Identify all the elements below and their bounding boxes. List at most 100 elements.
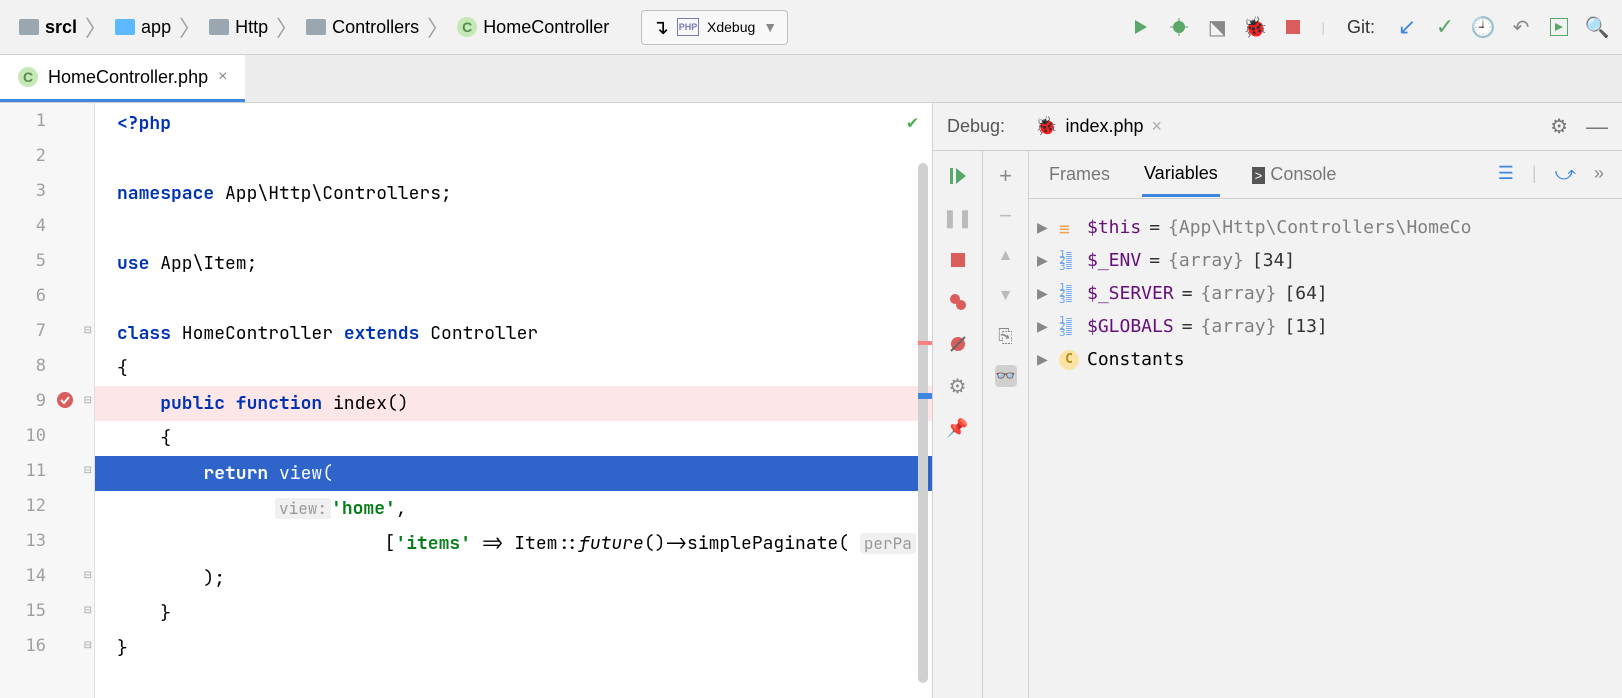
fold-icon[interactable]: ⊟ [84, 325, 92, 336]
code-line-execution[interactable]: return view( [95, 456, 932, 491]
git-history-icon[interactable]: 🕘 [1473, 17, 1493, 37]
line-number[interactable]: 3 [6, 181, 46, 201]
settings-icon[interactable]: ⚙ [947, 375, 969, 397]
debug-icon[interactable] [1169, 17, 1189, 37]
code-line[interactable]: <?php [117, 106, 932, 141]
var-this[interactable]: ▶ ≡ $this = {App\Http\Controllers\HomeCo [1037, 211, 1614, 244]
gear-icon[interactable]: ⚙ [1550, 114, 1568, 140]
class-icon: C [457, 17, 477, 37]
fold-icon[interactable]: ⊟ [84, 395, 92, 406]
git-commit-icon[interactable]: ✓ [1435, 17, 1455, 37]
var-globals[interactable]: ▶ 1≡2≡3≡ $GLOBALS = {array} [13] [1037, 310, 1614, 343]
line-number[interactable]: 4 [6, 216, 46, 236]
run-icon[interactable] [1131, 17, 1151, 37]
execution-marker[interactable] [918, 393, 932, 399]
mute-breakpoints-icon[interactable] [947, 333, 969, 355]
expand-icon[interactable]: ▶ [1037, 250, 1051, 271]
tab-frames[interactable]: Frames [1047, 154, 1112, 195]
code-line[interactable]: ); [117, 561, 932, 596]
top-toolbar: srcl 〉 app 〉 Http 〉 Controllers 〉 CHomeC… [0, 0, 1622, 55]
tab-homecontroller[interactable]: C HomeController.php × [0, 55, 245, 102]
line-number[interactable]: 16 [6, 636, 46, 656]
watch-icon[interactable]: 👓 [995, 365, 1017, 387]
fold-icon[interactable]: ⊟ [84, 465, 92, 476]
code-area[interactable]: ✔ <?php namespace App\Http\Controllers; … [95, 103, 932, 698]
tab-console[interactable]: > Console [1250, 154, 1339, 195]
minimize-icon[interactable]: — [1586, 114, 1608, 140]
view-breakpoints-icon[interactable] [947, 291, 969, 313]
git-rollback-icon[interactable]: ↶ [1511, 17, 1531, 37]
git-update-icon[interactable]: ↙ [1397, 17, 1417, 37]
resume-icon[interactable] [947, 165, 969, 187]
breadcrumb-app[interactable]: app [111, 15, 175, 40]
expand-icon[interactable]: ▶ [1037, 217, 1051, 238]
expand-icon[interactable]: ▶ [1037, 349, 1051, 370]
code-line[interactable]: ['items' => Item::future()->simplePagina… [255, 526, 932, 561]
expand-icon[interactable]: ▶ [1037, 316, 1051, 337]
close-icon[interactable]: × [1152, 116, 1163, 137]
code-line[interactable]: } [117, 596, 932, 631]
coverage-icon[interactable]: ⬔ [1207, 17, 1227, 37]
line-number[interactable]: 12 [6, 496, 46, 516]
code-line[interactable]: } [117, 631, 932, 666]
tab-variables[interactable]: Variables [1142, 153, 1220, 197]
line-number[interactable]: 7 [6, 321, 46, 341]
code-line[interactable]: view: 'home', [275, 491, 932, 526]
line-number[interactable]: 9 [6, 391, 46, 411]
pause-icon[interactable]: ❚❚ [947, 207, 969, 229]
fold-icon[interactable]: ⊟ [84, 570, 92, 581]
line-number[interactable]: 14 [6, 566, 46, 586]
expand-icon[interactable]: ▶ [1037, 283, 1051, 304]
run-anything-icon[interactable] [1549, 17, 1569, 37]
gutter[interactable]: 1 2 3 4 5 6 7 8 9 10 11 12 13 14 15 16 ⊟… [0, 103, 95, 698]
code-line[interactable]: namespace App\Http\Controllers; [117, 176, 932, 211]
line-number[interactable]: 6 [6, 286, 46, 306]
profile-icon[interactable]: 🐞 [1245, 17, 1265, 37]
line-number[interactable]: 13 [6, 531, 46, 551]
run-config-selector[interactable]: ↴ PHP Xdebug ▼ [641, 10, 788, 45]
copy-icon[interactable]: ⎘ [995, 325, 1017, 347]
remove-icon[interactable]: − [995, 205, 1017, 227]
step-over-icon[interactable]: ⤻ [1555, 163, 1576, 186]
layout-icon[interactable]: ☰ [1498, 163, 1514, 186]
stop-icon[interactable] [947, 249, 969, 271]
up-icon[interactable]: ▲ [995, 245, 1017, 267]
var-constants[interactable]: ▶ C Constants [1037, 343, 1614, 376]
breadcrumb-homecontroller[interactable]: CHomeController [453, 15, 613, 40]
pin-icon[interactable]: 📌 [947, 417, 969, 439]
scrollbar-vertical[interactable] [918, 163, 928, 683]
line-number[interactable]: 11 [6, 461, 46, 481]
debug-session-label: index.php [1065, 116, 1143, 137]
line-number[interactable]: 2 [6, 146, 46, 166]
code-line[interactable]: { [117, 351, 932, 386]
breadcrumb-http[interactable]: Http [205, 15, 272, 40]
code-line-breakpoint[interactable]: public function index() [95, 386, 932, 421]
variables-tree[interactable]: ▶ ≡ $this = {App\Http\Controllers\HomeCo… [1029, 199, 1622, 698]
search-icon[interactable]: 🔍 [1587, 17, 1607, 37]
breadcrumb[interactable]: srcl 〉 app 〉 Http 〉 Controllers 〉 CHomeC… [15, 11, 613, 43]
breadcrumb-srcl[interactable]: srcl [15, 15, 81, 40]
close-icon[interactable]: × [218, 68, 227, 86]
error-marker[interactable] [918, 341, 932, 345]
code-line[interactable]: { [117, 421, 932, 456]
code-line[interactable]: class HomeController extends Controller [117, 316, 932, 351]
git-label: Git: [1347, 17, 1375, 38]
line-number[interactable]: 10 [6, 426, 46, 446]
var-env[interactable]: ▶ 1≡2≡3≡ $_ENV = {array} [34] [1037, 244, 1614, 277]
chevron-right-icon: 〉 [179, 11, 201, 43]
line-number[interactable]: 15 [6, 601, 46, 621]
stop-icon[interactable] [1283, 17, 1303, 37]
var-server[interactable]: ▶ 1≡2≡3≡ $_SERVER = {array} [64] [1037, 277, 1614, 310]
down-icon[interactable]: ▼ [995, 285, 1017, 307]
fold-icon[interactable]: ⊟ [84, 640, 92, 651]
breakpoint-icon[interactable] [56, 391, 76, 411]
add-icon[interactable]: + [995, 165, 1017, 187]
breadcrumb-controllers[interactable]: Controllers [302, 15, 423, 40]
line-number[interactable]: 8 [6, 356, 46, 376]
debug-session-tab[interactable]: 🐞 index.php × [1035, 116, 1162, 137]
line-number[interactable]: 5 [6, 251, 46, 271]
line-number[interactable]: 1 [6, 111, 46, 131]
more-icon[interactable]: » [1594, 163, 1604, 186]
code-line[interactable]: use App\Item; [117, 246, 932, 281]
fold-icon[interactable]: ⊟ [84, 605, 92, 616]
